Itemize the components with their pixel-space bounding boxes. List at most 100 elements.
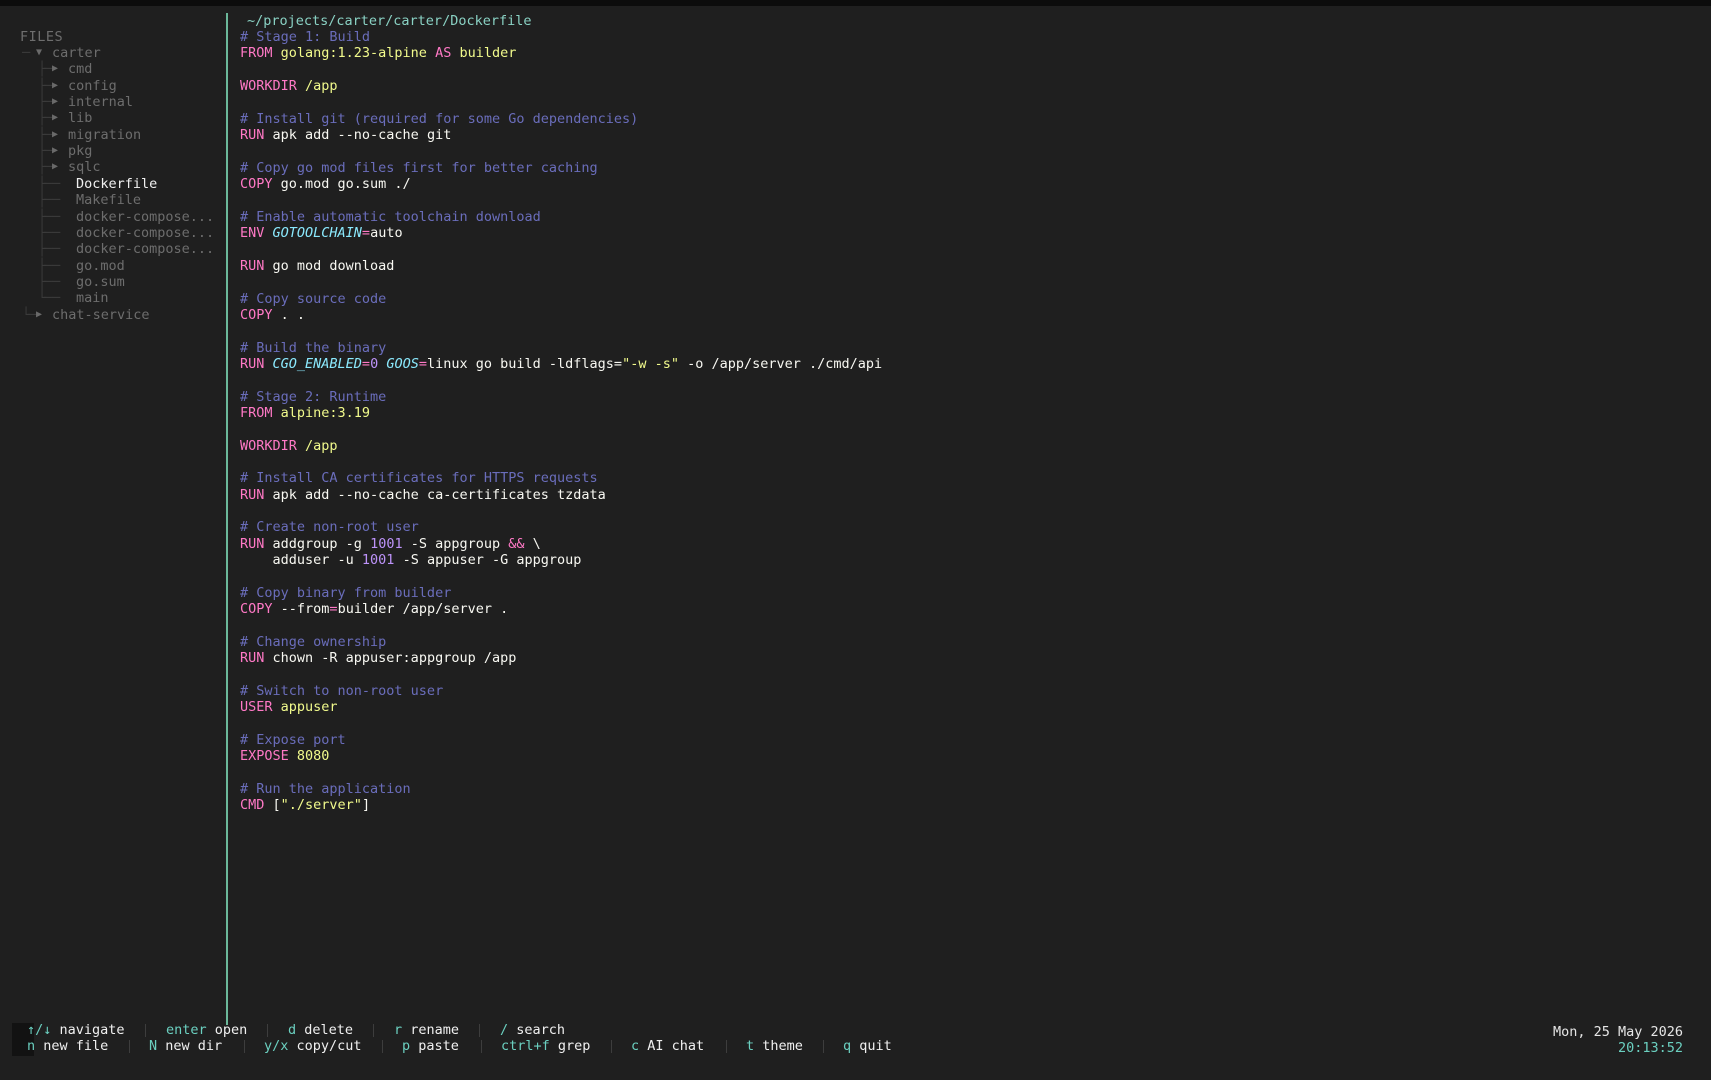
code-line[interactable] <box>240 94 882 110</box>
code-line[interactable]: COPY . . <box>240 307 882 323</box>
code-line[interactable]: RUN apk add --no-cache ca-certificates t… <box>240 487 882 503</box>
code-line[interactable]: # Change ownership <box>240 634 882 650</box>
keybinding-paste[interactable]: p paste <box>402 1038 459 1054</box>
tree-item-file[interactable]: ├ ─ ─ Makefile <box>0 192 224 208</box>
tree-item-file[interactable]: ├ ─ ─ docker-compose... <box>0 225 224 241</box>
code-token: /app <box>305 437 338 454</box>
keybinding-desc: navigate <box>59 1022 125 1038</box>
tree-item-label: chat-service <box>52 306 150 323</box>
code-line[interactable]: # Stage 1: Build <box>240 29 882 45</box>
code-line[interactable]: WORKDIR /app <box>240 438 882 454</box>
code-line[interactable] <box>240 764 882 780</box>
keybinding-search[interactable]: / search <box>500 1022 565 1038</box>
code-line[interactable]: FROM alpine:3.19 <box>240 405 882 421</box>
keybinding-ai-chat[interactable]: c AI chat <box>631 1038 704 1054</box>
code-line[interactable] <box>240 192 882 208</box>
tree-item-folder[interactable]: ├ ─ ▶ pkg <box>0 143 224 159</box>
code-line[interactable]: # Copy binary from builder <box>240 585 882 601</box>
tree-item-file[interactable]: ├ ─ ─ go.sum <box>0 274 224 290</box>
window-top-bar <box>0 0 1711 6</box>
code-line[interactable]: USER appuser <box>240 699 882 715</box>
keybinding-desc: copy/cut <box>296 1038 362 1054</box>
code-token: = <box>418 355 427 372</box>
code-line[interactable]: # Create non-root user <box>240 519 882 535</box>
code-line[interactable]: RUN addgroup -g 1001 -S appgroup && \ <box>240 536 882 552</box>
code-line[interactable] <box>240 323 882 339</box>
code-line[interactable] <box>240 62 882 78</box>
tree-item-label: Dockerfile <box>76 175 158 192</box>
tree-item-folder[interactable]: ├ ─ ▶ migration <box>0 127 224 143</box>
code-line[interactable]: ENV GOTOOLCHAIN=auto <box>240 225 882 241</box>
code-line[interactable] <box>240 143 882 159</box>
code-line[interactable] <box>240 503 882 519</box>
code-line[interactable]: # Install CA certificates for HTTPS requ… <box>240 470 882 486</box>
keybinding-theme[interactable]: t theme <box>746 1038 803 1054</box>
tree-item-file[interactable]: ├ ─ ─ Dockerfile <box>0 176 224 192</box>
code-token: RUN <box>240 257 273 274</box>
code-line[interactable]: FROM golang:1.23-alpine AS builder <box>240 45 882 61</box>
tree-item-sibling[interactable]: └ ─ ▶ chat-service <box>0 307 224 323</box>
code-line[interactable] <box>240 274 882 290</box>
code-line[interactable]: # Stage 2: Runtime <box>240 389 882 405</box>
tree-item-folder[interactable]: ├ ─ ▶ cmd <box>0 61 224 77</box>
code-token: # Copy source code <box>240 290 387 307</box>
tree-item-folder[interactable]: ├ ─ ▶ lib <box>0 110 224 126</box>
tree-item-file[interactable]: └ ─ ─ main <box>0 290 224 306</box>
code-line[interactable]: adduser -u 1001 -S appuser -G appgroup <box>240 552 882 568</box>
tree-item-folder[interactable]: ├ ─ ▶ internal <box>0 94 224 110</box>
code-line[interactable]: RUN CGO_ENABLED=0 GOOS=linux go build -l… <box>240 356 882 372</box>
code-line[interactable]: COPY --from=builder /app/server . <box>240 601 882 617</box>
keybinding-delete[interactable]: d delete <box>288 1022 353 1038</box>
tree-guide: ─ <box>52 273 61 290</box>
code-line[interactable]: CMD ["./server"] <box>240 797 882 813</box>
keybinding-new-dir[interactable]: N new dir <box>149 1038 222 1054</box>
code-token: = <box>361 225 371 242</box>
tree-item-root[interactable]: ─ ▼ carter <box>0 45 224 61</box>
code-line[interactable] <box>240 372 882 388</box>
tree-guide: ─ <box>44 159 53 176</box>
code-line[interactable]: RUN apk add --no-cache git <box>240 127 882 143</box>
code-line[interactable]: # Build the binary <box>240 340 882 356</box>
code-line[interactable] <box>240 421 882 437</box>
tree-item-folder[interactable]: ├ ─ ▶ sqlc <box>0 159 224 175</box>
code-line[interactable] <box>240 568 882 584</box>
code-line[interactable]: EXPOSE 8080 <box>240 748 882 764</box>
keybinding-quit[interactable]: q quit <box>843 1038 892 1054</box>
code-token: [ <box>272 797 281 814</box>
keybinding-open[interactable]: enter open <box>166 1022 247 1038</box>
code-line[interactable] <box>240 617 882 633</box>
code-line[interactable]: WORKDIR /app <box>240 78 882 94</box>
tree-guide: ─ <box>44 126 53 143</box>
code-token: RUN <box>240 127 273 144</box>
tree-item-file[interactable]: ├ ─ ─ docker-compose... <box>0 209 224 225</box>
code-view[interactable]: # Stage 1: Build FROM golang:1.23-alpine … <box>240 29 882 814</box>
keybinding-key: ctrl+f <box>501 1038 550 1054</box>
code-line[interactable] <box>240 666 882 682</box>
collapsed-folder-icon: ▶ <box>52 161 59 173</box>
panel-divider[interactable] <box>226 13 228 1025</box>
keybinding-navigate[interactable]: ↑/↓ navigate <box>27 1022 125 1038</box>
code-line[interactable]: RUN go mod download <box>240 258 882 274</box>
tree-item-folder[interactable]: ├ ─ ▶ config <box>0 78 224 94</box>
code-line[interactable] <box>240 241 882 257</box>
code-line[interactable]: # Copy source code <box>240 291 882 307</box>
keybinding-copy-cut[interactable]: y/x copy/cut <box>264 1038 362 1054</box>
code-line[interactable]: # Switch to non-root user <box>240 683 882 699</box>
code-token: -S appuser -G appgroup <box>394 552 582 568</box>
code-line[interactable]: # Run the application <box>240 781 882 797</box>
tree-item-file[interactable]: ├ ─ ─ docker-compose... <box>0 241 224 257</box>
code-token: --from <box>280 601 330 618</box>
code-line[interactable]: COPY go.mod go.sum ./ <box>240 176 882 192</box>
code-line[interactable]: # Copy go mod files first for better cac… <box>240 160 882 176</box>
code-line[interactable]: # Enable automatic toolchain download <box>240 209 882 225</box>
keybinding-rename[interactable]: r rename <box>394 1022 459 1038</box>
code-line[interactable]: # Install git (required for some Go depe… <box>240 111 882 127</box>
code-line[interactable]: # Expose port <box>240 732 882 748</box>
code-line[interactable] <box>240 715 882 731</box>
code-line[interactable] <box>240 454 882 470</box>
keybinding-new-file[interactable]: n new file <box>27 1038 108 1054</box>
keybinding-grep[interactable]: ctrl+f grep <box>501 1038 590 1054</box>
code-line[interactable]: RUN chown -R appuser:appgroup /app <box>240 650 882 666</box>
editor-panel[interactable]: ~/projects/carter/carter/Dockerfile # St… <box>240 13 1700 1025</box>
tree-item-file[interactable]: ├ ─ ─ go.mod <box>0 258 224 274</box>
